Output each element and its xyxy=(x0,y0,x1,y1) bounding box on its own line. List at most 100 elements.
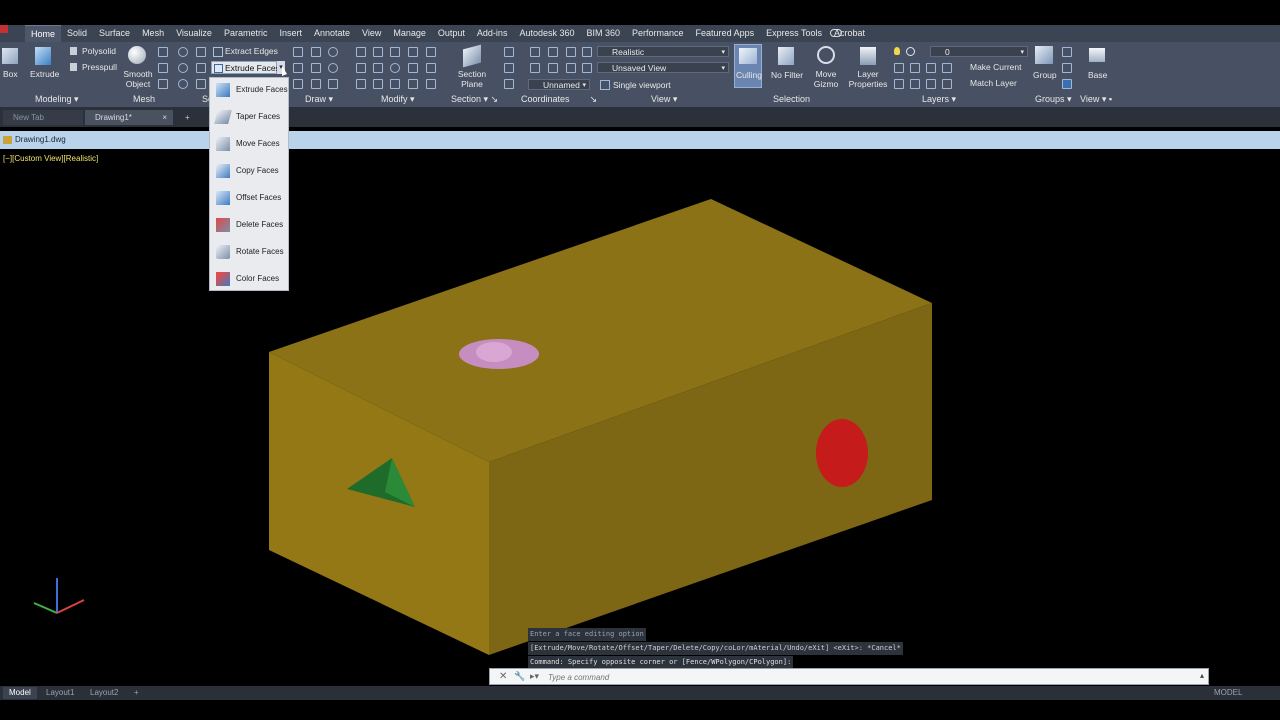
draw-tool-icon[interactable] xyxy=(293,47,303,57)
menu-item-copy-faces[interactable]: Copy Faces xyxy=(210,159,288,185)
solid-edit-icon[interactable] xyxy=(178,47,188,57)
solid-edit-icon[interactable] xyxy=(196,47,206,57)
polysolid-button[interactable]: Polysolid xyxy=(82,46,116,56)
polysolid-icon[interactable] xyxy=(70,47,77,55)
modify-tool-icon[interactable] xyxy=(373,79,383,89)
make-current-button[interactable]: Make Current xyxy=(970,62,1022,72)
section-plane-button[interactable]: Section Plane xyxy=(452,69,492,89)
viewport-config-dropdown[interactable]: Single viewport xyxy=(613,80,671,90)
menu-item-offset-faces[interactable]: Offset Faces xyxy=(210,186,288,212)
recent-commands-icon[interactable]: ▸▾ xyxy=(530,671,539,682)
menu-item-rotate-faces[interactable]: Rotate Faces xyxy=(210,240,288,266)
draw-tool-icon[interactable] xyxy=(311,63,321,73)
extract-edges-button[interactable]: Extract Edges xyxy=(225,46,278,56)
menu-item-taper-faces[interactable]: Taper Faces xyxy=(210,105,288,131)
smooth-object-icon[interactable] xyxy=(128,46,146,64)
layer-tool-icon[interactable] xyxy=(910,79,920,89)
ucs-icon[interactable] xyxy=(566,47,576,57)
viewport-config-icon[interactable] xyxy=(600,80,610,90)
section-plane-icon[interactable] xyxy=(463,44,481,68)
draw-tool-icon[interactable] xyxy=(293,79,303,89)
modify-tool-icon[interactable] xyxy=(390,79,400,89)
tab-add-ins[interactable]: Add-ins xyxy=(471,25,514,42)
extract-edges-icon[interactable] xyxy=(213,47,223,57)
ucs-icon[interactable] xyxy=(548,63,558,73)
layer-tool-icon[interactable] xyxy=(926,79,936,89)
tab-manage[interactable]: Manage xyxy=(387,25,432,42)
group-tool-icon[interactable] xyxy=(1062,47,1072,57)
modify-tool-icon[interactable] xyxy=(356,79,366,89)
modify-tool-icon[interactable] xyxy=(408,79,418,89)
box-button[interactable]: Box xyxy=(3,69,18,79)
layer-on-icon[interactable] xyxy=(894,47,900,55)
move-gizmo-icon[interactable] xyxy=(817,46,835,64)
ucs-icon[interactable] xyxy=(504,47,514,57)
panel-layers[interactable]: Layers ▾ xyxy=(922,92,956,106)
ucs-icon[interactable] xyxy=(504,79,514,89)
tab-featured-apps[interactable]: Featured Apps xyxy=(690,25,761,42)
modify-tool-icon[interactable] xyxy=(356,47,366,57)
solid-edit-icon[interactable] xyxy=(178,79,188,89)
modify-tool-icon[interactable] xyxy=(356,63,366,73)
layer-properties-button[interactable]: Layer Properties xyxy=(848,69,888,89)
move-gizmo-button[interactable]: Move Gizmo xyxy=(808,69,844,89)
layer-dropdown[interactable]: 0 ▾ xyxy=(930,46,1028,57)
tab-solid[interactable]: Solid xyxy=(61,25,93,42)
close-icon[interactable]: × xyxy=(162,110,167,125)
panel-mesh[interactable]: Mesh xyxy=(133,92,155,106)
mesh-tool-icon[interactable] xyxy=(158,79,168,89)
draw-tool-icon[interactable] xyxy=(328,79,338,89)
panel-draw[interactable]: Draw ▾ xyxy=(305,92,333,106)
layer-tool-icon[interactable] xyxy=(942,79,952,89)
doc-tab-drawing1[interactable]: Drawing1* × xyxy=(85,110,173,125)
extrude-button[interactable]: Extrude xyxy=(30,69,59,79)
ucs-icon[interactable] xyxy=(530,63,540,73)
layout-tab-layout1[interactable]: Layout1 xyxy=(40,687,80,699)
group-icon[interactable] xyxy=(1035,46,1053,64)
app-menu-button[interactable] xyxy=(0,25,8,33)
tab-output[interactable]: Output xyxy=(432,25,471,42)
layer-tool-icon[interactable] xyxy=(926,63,936,73)
modify-tool-icon[interactable] xyxy=(426,79,436,89)
command-input[interactable] xyxy=(546,670,1150,685)
tab-surface[interactable]: Surface xyxy=(93,25,136,42)
panel-modify[interactable]: Modify ▾ xyxy=(381,92,415,106)
no-filter-icon[interactable] xyxy=(778,47,794,65)
ucs-icon[interactable] xyxy=(530,47,540,57)
menu-item-color-faces[interactable]: Color Faces xyxy=(210,267,288,293)
layer-tool-icon[interactable] xyxy=(910,63,920,73)
ucs-icon[interactable] xyxy=(582,63,592,73)
tab-mesh[interactable]: Mesh xyxy=(136,25,170,42)
visual-style-dropdown[interactable]: Realistic ▾ xyxy=(597,46,729,57)
presspull-button[interactable]: Presspull xyxy=(82,62,117,72)
base-button[interactable]: Base xyxy=(1088,70,1107,80)
group-tool-icon[interactable] xyxy=(1062,79,1072,89)
draw-tool-icon[interactable] xyxy=(328,47,338,57)
tab-view[interactable]: View xyxy=(356,25,387,42)
layer-properties-icon[interactable] xyxy=(860,47,876,65)
modify-tool-icon[interactable] xyxy=(390,47,400,57)
add-layout-icon[interactable]: + xyxy=(128,687,145,699)
tab-home[interactable]: Home xyxy=(25,25,62,42)
modify-tool-icon[interactable] xyxy=(373,47,383,57)
mesh-tool-icon[interactable] xyxy=(158,47,168,57)
doc-tab-new[interactable]: New Tab xyxy=(3,110,83,125)
layout-tab-model[interactable]: Model xyxy=(3,687,37,699)
side-hole[interactable] xyxy=(816,419,868,487)
modify-tool-icon[interactable] xyxy=(408,47,418,57)
panel-groups[interactable]: Groups ▾ xyxy=(1035,92,1072,106)
panel-modeling[interactable]: Modeling ▾ xyxy=(35,92,79,106)
panel-view[interactable]: View ▾ xyxy=(651,92,677,106)
model-viewport[interactable] xyxy=(0,149,1280,684)
layout-tab-layout2[interactable]: Layout2 xyxy=(84,687,124,699)
ucs-icon[interactable] xyxy=(582,47,592,57)
layer-tool-icon[interactable] xyxy=(894,79,904,89)
layer-tool-icon[interactable] xyxy=(942,63,952,73)
chevron-up-icon[interactable]: ▴ xyxy=(1200,671,1204,680)
tab-parametric[interactable]: Parametric xyxy=(218,25,274,42)
close-icon[interactable]: ✕ xyxy=(499,671,507,682)
menu-item-extrude-faces[interactable]: Extrude Faces xyxy=(210,78,288,104)
panel-view-2[interactable]: View ▾ ▪ xyxy=(1080,92,1112,106)
tab-annotate[interactable]: Annotate xyxy=(308,25,356,42)
modify-tool-icon[interactable] xyxy=(408,63,418,73)
